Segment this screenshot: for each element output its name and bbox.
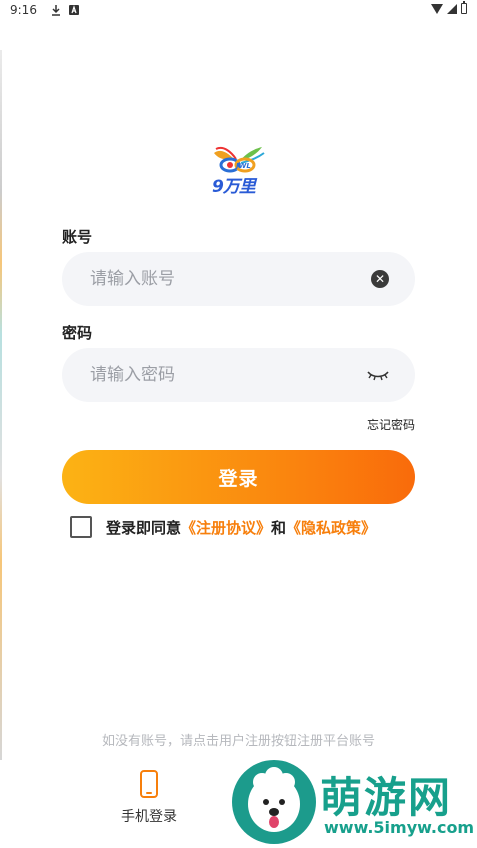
battery-icon — [461, 1, 467, 14]
watermark-dog-icon — [232, 760, 316, 844]
signal-icon — [447, 3, 457, 14]
password-input[interactable] — [90, 365, 367, 385]
left-edge-strip — [0, 50, 2, 760]
phone-login-label: 手机登录 — [121, 809, 177, 825]
agreement-row: 登录即同意 《注册协议》 和 《隐私政策》 — [70, 516, 376, 538]
agreement-prefix: 登录即同意 — [106, 518, 182, 537]
login-button[interactable]: 登录 — [62, 450, 415, 504]
status-time: 9:16 — [10, 3, 37, 17]
register-hint: 如没有账号，请点击用户注册按钮注册平台账号 — [101, 734, 375, 749]
watermark: 萌游网 www.5imyw.com — [232, 760, 477, 848]
account-label: 账号 — [62, 228, 93, 246]
account-input[interactable] — [90, 269, 371, 289]
agreement-checkbox[interactable] — [70, 516, 92, 538]
eye-closed-icon[interactable] — [367, 368, 389, 382]
watermark-title: 萌游网 — [320, 773, 453, 822]
wifi-icon — [431, 3, 443, 14]
notification-a-icon — [68, 5, 79, 16]
terms-link[interactable]: 《注册协议》 — [181, 517, 271, 538]
phone-login-button[interactable]: 手机登录 — [114, 770, 184, 826]
logo-text: 9万里 — [212, 177, 256, 197]
status-right-icons — [431, 1, 467, 14]
app-logo: JWL 9万里 — [208, 145, 268, 197]
logo-sub-text: JWL — [236, 162, 251, 170]
account-input-box[interactable]: ✕ — [62, 252, 415, 306]
watermark-url: www.5imyw.com — [324, 818, 475, 837]
password-input-box[interactable] — [62, 348, 415, 402]
clear-icon[interactable]: ✕ — [371, 270, 389, 288]
agreement-joiner: 和 — [271, 518, 287, 537]
phone-icon — [140, 770, 158, 798]
download-icon — [51, 4, 61, 16]
privacy-link[interactable]: 《隐私政策》 — [286, 517, 376, 538]
forgot-password-link[interactable]: 忘记密码 — [367, 416, 415, 433]
status-bar: 9:16 — [0, 0, 477, 20]
password-label: 密码 — [62, 324, 93, 342]
